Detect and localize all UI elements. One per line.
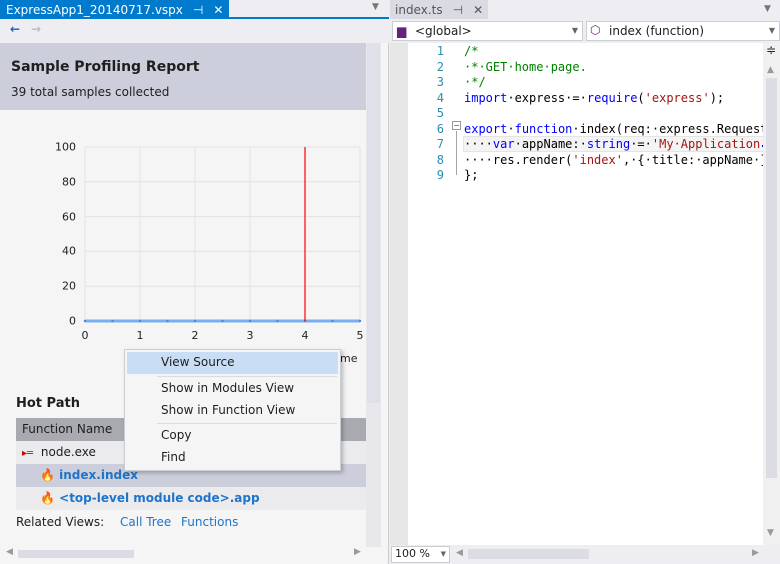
table-row[interactable]: 🔥 <top-level module code>.app	[16, 487, 366, 510]
code-line: ·*/	[464, 75, 486, 89]
x-tick-label: 4	[301, 329, 309, 342]
report-title: Sample Profiling Report	[11, 59, 200, 75]
code-line: ····var·appName:·string·=·'My·Applicatio…	[463, 136, 776, 152]
code-area[interactable]: 1 /* 2 ·*·GET·home·page. 3 ·*/ 4 import·express…	[390, 43, 780, 545]
navigation-bar: ▆ <global> ▼ ⬡ index (function) ▼	[390, 19, 780, 43]
scrollbar-thumb[interactable]	[18, 550, 134, 558]
column-function-name: Function Name	[22, 422, 113, 436]
pin-icon[interactable]: ⊣	[193, 3, 203, 17]
vertical-scrollbar[interactable]	[366, 43, 381, 547]
call-tree-link[interactable]: Call Tree	[120, 515, 171, 529]
code-line: import·express·=·require('express');	[464, 90, 725, 105]
close-icon[interactable]: ✕	[213, 3, 223, 17]
close-icon[interactable]: ✕	[473, 3, 483, 17]
namespace-icon: ▆	[397, 24, 407, 38]
split-icon[interactable]: ≑	[766, 43, 776, 57]
back-arrow-icon[interactable]: ←	[10, 22, 20, 36]
scroll-right-icon[interactable]: ▶	[752, 548, 759, 558]
report-header: Sample Profiling Report 39 total samples…	[0, 43, 366, 110]
code-line: ·*·GET·home·page.	[464, 59, 587, 74]
line-number: 7	[436, 137, 444, 151]
chevron-down-icon: ▼	[440, 550, 446, 558]
menu-item-find[interactable]: Find	[127, 447, 338, 469]
line-number: 8	[436, 152, 444, 167]
code-line: };	[464, 168, 479, 182]
x-tick-label: 2	[191, 329, 199, 342]
tab-title: ExpressApp1_20140717.vspx	[6, 2, 183, 17]
scroll-right-icon[interactable]: ▶	[354, 547, 361, 557]
scrollbar-thumb[interactable]	[766, 78, 777, 478]
menu-separator	[157, 376, 337, 377]
line-number: 1	[436, 44, 444, 58]
flame-icon: 🔥	[40, 468, 55, 482]
x-tick-label: 3	[246, 329, 254, 342]
flame-icon: 🔥	[40, 491, 55, 505]
related-views-label: Related Views:	[16, 515, 105, 529]
tab-index-ts[interactable]: index.ts ⊣ ✕	[390, 0, 489, 19]
line-number: 5	[436, 106, 444, 120]
code-line: ····res.render('index',·{·title:·appName…	[464, 152, 780, 167]
samples-count: 39 total samples collected	[11, 85, 170, 99]
scrollbar-thumb[interactable]	[468, 549, 589, 559]
line-number: 3	[436, 75, 444, 89]
scrollbar-thumb[interactable]	[367, 43, 380, 403]
editor-status-bar: 100 % ▼ ◀ ▶	[390, 545, 780, 564]
function-icon: ⬡	[590, 23, 601, 37]
x-tick-label: 5	[356, 329, 364, 342]
scroll-up-icon[interactable]: ▲	[767, 65, 774, 75]
code-line: /*	[464, 44, 479, 58]
line-number: 4	[436, 90, 444, 105]
tab-report[interactable]: ExpressApp1_20140717.vspx ⊣ ✕	[0, 0, 230, 19]
line-number: 2	[436, 59, 444, 74]
cpu-chart[interactable]: 0 20 40 60 80 100 012345 ime	[40, 140, 365, 370]
menu-item-view-source[interactable]: View Source	[127, 352, 338, 374]
x-tick-label: 0	[81, 329, 89, 342]
x-tick-label: 1	[136, 329, 144, 342]
tab-bar: ExpressApp1_20140717.vspx ⊣ ✕ ▼	[0, 0, 389, 19]
hot-path-title: Hot Path	[16, 396, 80, 411]
menu-item-copy[interactable]: Copy	[127, 425, 338, 447]
scroll-down-icon[interactable]: ▼	[767, 528, 774, 538]
menu-separator	[157, 423, 337, 424]
forward-arrow-icon[interactable]: →	[31, 22, 41, 36]
horizontal-scrollbar[interactable]: ◀ ▶	[0, 546, 366, 562]
tab-bar: index.ts ⊣ ✕ ▼	[390, 0, 780, 19]
scope-dropdown[interactable]: ▆ <global> ▼	[392, 21, 583, 41]
functions-link[interactable]: Functions	[181, 515, 238, 529]
code-editor-pane: index.ts ⊣ ✕ ▼ ▆ <global> ▼ ⬡ index (fun…	[390, 0, 780, 564]
collapse-icon[interactable]: −	[452, 121, 461, 130]
fold-guide	[456, 131, 457, 175]
line-number: 9	[436, 168, 444, 182]
related-views: Related Views: Call Tree Functions	[16, 515, 238, 529]
line-number: 6	[436, 121, 444, 136]
nav-bar: ← →	[0, 19, 389, 43]
chevron-down-icon[interactable]: ▼	[764, 4, 771, 14]
zoom-dropdown[interactable]: 100 % ▼	[391, 546, 450, 563]
process-icon: ▸═	[22, 448, 34, 459]
tab-title: index.ts	[395, 2, 443, 17]
vertical-scrollbar[interactable]: ≑ ▲ ▼	[763, 43, 780, 545]
context-menu: View Source Show in Modules View Show in…	[124, 349, 341, 471]
menu-item-show-in-modules-view[interactable]: Show in Modules View	[127, 378, 338, 400]
menu-item-show-in-function-view[interactable]: Show in Function View	[127, 400, 338, 422]
member-dropdown[interactable]: ⬡ index (function) ▼	[586, 21, 780, 41]
scroll-left-icon[interactable]: ◀	[456, 548, 463, 558]
code-line: export·function·index(req:·express.Reque…	[464, 121, 775, 136]
scroll-left-icon[interactable]: ◀	[6, 547, 13, 557]
profiling-report-pane: ExpressApp1_20140717.vspx ⊣ ✕ ▼ ← → Samp…	[0, 0, 389, 564]
chevron-down-icon[interactable]: ▼	[372, 2, 379, 12]
chevron-down-icon: ▼	[768, 26, 775, 35]
pin-icon[interactable]: ⊣	[453, 3, 463, 17]
chevron-down-icon: ▼	[571, 26, 578, 35]
